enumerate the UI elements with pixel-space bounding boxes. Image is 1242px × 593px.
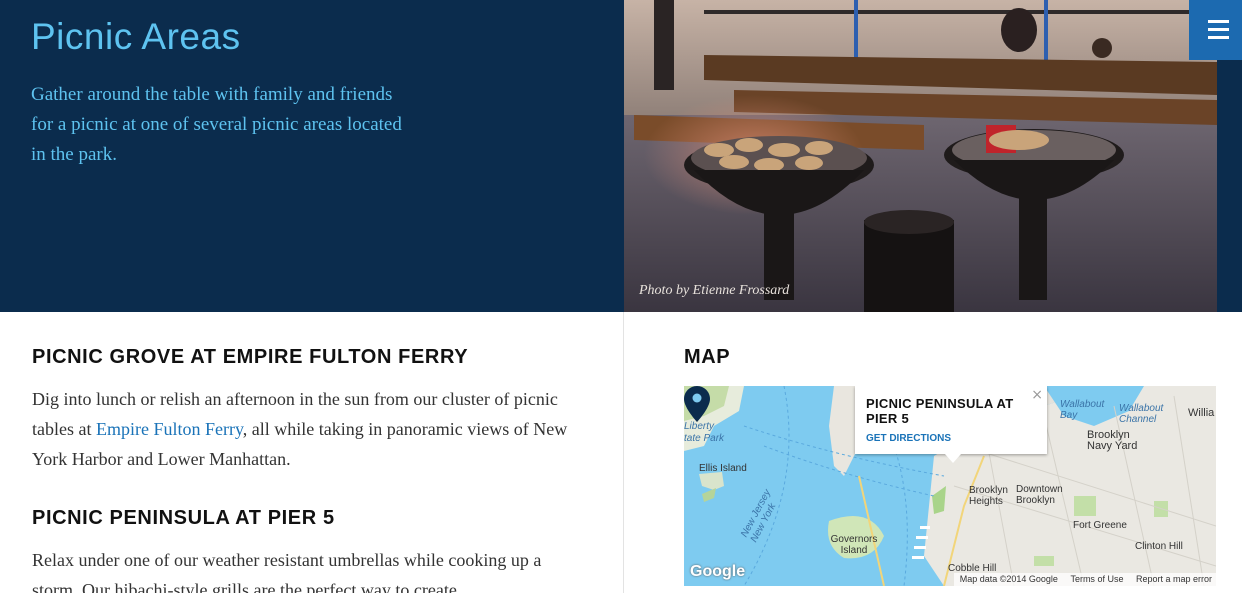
empire-fulton-ferry-link[interactable]: Empire Fulton Ferry bbox=[96, 419, 243, 439]
map-label-brooklyn-navy-yard: Brooklyn Navy Yard bbox=[1087, 429, 1138, 452]
map-label-state-park: tate Park bbox=[684, 433, 725, 444]
close-icon[interactable]: × bbox=[1031, 387, 1043, 403]
get-directions-link[interactable]: GET DIRECTIONS bbox=[866, 433, 951, 444]
column-divider bbox=[623, 312, 624, 593]
map-label-wallabout-channel: Wallabout Channel bbox=[1119, 403, 1164, 425]
peninsula-heading: PICNIC PENINSULA AT PIER 5 bbox=[32, 507, 335, 529]
hero-photo: Photo by Etienne Frossard bbox=[624, 0, 1217, 312]
map-label-governors-island: Governors Island bbox=[830, 534, 878, 556]
terms-of-use-link[interactable]: Terms of Use bbox=[1070, 574, 1123, 584]
map-label-fort-greene: Fort Greene bbox=[1073, 520, 1127, 531]
page-title: Picnic Areas bbox=[31, 16, 241, 57]
peninsula-text: Relax under one of our weather resistant… bbox=[32, 550, 542, 593]
hero-description: Gather around the table with family and … bbox=[31, 84, 402, 165]
map-label-downtown-brooklyn: Downtown Brooklyn bbox=[1016, 484, 1063, 506]
picnic-grills-photo bbox=[624, 0, 1217, 312]
report-map-error-link[interactable]: Report a map error bbox=[1136, 574, 1212, 584]
map-info-window: PICNIC PENINSULA AT PIER 5 GET DIRECTION… bbox=[855, 386, 1047, 463]
map-label-brooklyn-heights: Brooklyn Heights bbox=[969, 485, 1008, 507]
map-label-liberty: Liberty bbox=[684, 421, 715, 432]
map[interactable]: Liberty tate Park Ellis Island Wallabout… bbox=[684, 386, 1216, 586]
map-label-wallabout-bay: Wallabout Bay bbox=[1060, 399, 1105, 421]
map-label-williamsburg: Willia bbox=[1188, 407, 1215, 419]
hero-panel: Picnic Areas Gather around the table wit… bbox=[0, 0, 624, 312]
hamburger-menu-icon bbox=[1208, 20, 1229, 23]
map-attribution: Map data ©2014 Google Terms of Use Repor… bbox=[953, 573, 1216, 586]
photo-credit: Photo by Etienne Frossard bbox=[639, 283, 790, 298]
popup-title: PICNIC PENINSULA AT PIER 5 bbox=[866, 396, 1014, 426]
map-heading: MAP bbox=[684, 346, 731, 368]
map-data-text: Map data ©2014 Google bbox=[959, 574, 1058, 584]
grove-text: Dig into lunch or relish an afternoon in… bbox=[32, 389, 568, 469]
map-label-clinton-hill: Clinton Hill bbox=[1135, 541, 1183, 552]
map-label-ellis-island: Ellis Island bbox=[699, 463, 747, 474]
popup-pointer bbox=[945, 454, 961, 463]
google-logo[interactable]: Google bbox=[690, 563, 745, 581]
grove-heading: PICNIC GROVE AT EMPIRE FULTON FERRY bbox=[32, 346, 469, 368]
menu-button[interactable] bbox=[1189, 0, 1242, 60]
map-marker-icon[interactable] bbox=[684, 386, 710, 422]
